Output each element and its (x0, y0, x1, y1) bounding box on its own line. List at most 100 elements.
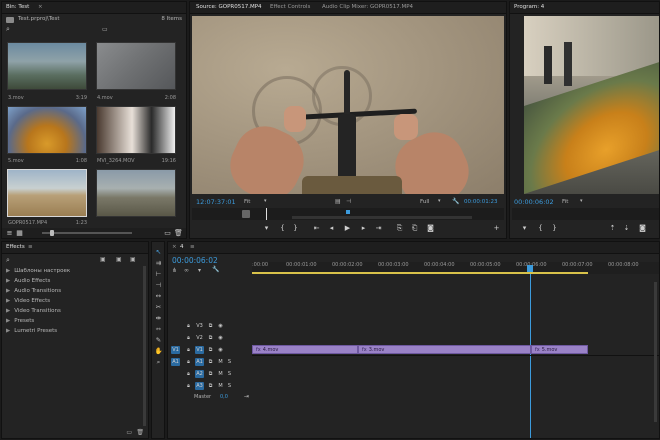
expand-icon[interactable]: ▶ (6, 268, 10, 274)
effects-folder-presets-ru[interactable]: ▶ Шаблоны настроек (6, 268, 70, 274)
rolling-edit-tool-icon[interactable]: ⊣ (154, 281, 163, 290)
solo-button[interactable]: S (225, 358, 234, 366)
solo-button[interactable]: S (225, 382, 234, 390)
go-to-in-icon[interactable]: ⇤ (312, 224, 321, 232)
new-bin-icon[interactable]: ▭ (126, 429, 132, 436)
export-frame-icon[interactable]: ◙ (638, 224, 647, 232)
export-frame-icon[interactable]: ◙ (426, 224, 435, 232)
track-label[interactable]: A1 (195, 358, 204, 366)
snap-icon[interactable]: ⋔ (172, 267, 177, 274)
tab-source[interactable]: Source: GOPR0517.MP4 (196, 4, 262, 10)
chevron-down-icon[interactable]: ▾ (438, 198, 441, 204)
program-fit-select[interactable]: Fit (562, 199, 568, 205)
lock-icon[interactable]: 🔒︎ (184, 370, 193, 378)
source-time-ruler[interactable] (192, 208, 504, 220)
work-area-bar[interactable] (252, 272, 588, 274)
play-icon[interactable]: ▶ (343, 224, 352, 232)
track-label[interactable]: V2 (195, 334, 204, 342)
effects-folder-presets[interactable]: ▶ Presets (6, 318, 34, 324)
program-time-ruler[interactable] (512, 208, 659, 220)
playhead-line[interactable] (530, 274, 531, 438)
zoom-tool-icon[interactable]: ⌕ (154, 358, 163, 367)
tab-effects[interactable]: Effects (6, 244, 25, 250)
settings-icon[interactable]: ▤ (335, 198, 341, 205)
trash-icon[interactable]: 🗑 (174, 229, 183, 237)
new-folder-icon[interactable]: ▭ (102, 26, 108, 33)
linked-selection-icon[interactable]: ∞ (184, 267, 189, 274)
trash-icon[interactable]: 🗑 (136, 429, 144, 436)
icon-view-icon[interactable]: ▦ (15, 229, 24, 237)
sync-lock-icon[interactable]: ⧉ (206, 370, 215, 378)
timeline-clip[interactable]: fx 4.mov (252, 345, 358, 354)
wrench-icon[interactable]: 🔧 (452, 198, 459, 205)
track-label[interactable]: A3 (195, 382, 204, 390)
effects-folder-video-effects[interactable]: ▶ Video Effects (6, 298, 50, 304)
panel-menu-icon[interactable]: ≡ (28, 244, 33, 250)
mark-out-icon[interactable]: } (291, 224, 300, 232)
expand-icon[interactable]: ▶ (6, 318, 10, 324)
step-back-icon[interactable]: ◂ (327, 224, 336, 232)
clip-thumbnail-mvi3264[interactable] (96, 106, 176, 154)
clip-thumbnail-3mov[interactable] (7, 42, 87, 90)
timeline-clip[interactable]: fx 5.mov (531, 345, 588, 354)
search-icon[interactable]: ⌕ (6, 25, 10, 34)
eye-icon[interactable]: ◉ (216, 334, 225, 342)
step-forward-icon[interactable]: ▸ (359, 224, 368, 232)
tab-effect-controls[interactable]: Effect Controls (270, 4, 310, 10)
sync-lock-icon[interactable]: ⧉ (206, 346, 215, 354)
razor-tool-icon[interactable]: ✂ (154, 303, 163, 312)
clip-thumbnail-6[interactable] (96, 169, 176, 217)
track-label[interactable]: V1 (195, 346, 204, 354)
extract-icon[interactable]: ⇣ (622, 224, 631, 232)
mark-out-icon[interactable]: } (550, 224, 559, 232)
eye-icon[interactable]: ◉ (216, 322, 225, 330)
add-button-icon[interactable]: + (492, 224, 501, 232)
lock-icon[interactable]: 🔒︎ (184, 382, 193, 390)
mute-button[interactable]: M (216, 382, 225, 390)
mark-in-icon[interactable]: { (536, 224, 545, 232)
list-view-icon[interactable]: ≡ (5, 229, 14, 237)
timeline-timecode[interactable]: 00:00:06:02 (172, 256, 218, 265)
expand-icon[interactable]: ▶ (6, 328, 10, 334)
source-timecode[interactable]: 12:07:37:01 (196, 198, 236, 206)
timeline-settings-icon[interactable]: 🔧 (212, 266, 219, 273)
playhead-handle[interactable] (527, 265, 533, 272)
hand-tool-icon[interactable]: ✋ (154, 347, 163, 356)
chevron-down-icon[interactable]: ▾ (580, 198, 583, 204)
clip-thumbnail-5mov[interactable] (7, 106, 87, 154)
source-patch-a1[interactable]: A1 (171, 358, 180, 366)
effects-folder-lumetri-presets[interactable]: ▶ Lumetri Presets (6, 328, 57, 334)
expand-icon[interactable]: ▶ (6, 278, 10, 284)
effects-scrollbar[interactable] (143, 266, 146, 426)
sync-lock-icon[interactable]: ⧉ (206, 334, 215, 342)
insert-icon[interactable]: ⎘ (395, 224, 404, 232)
track-select-tool-icon[interactable]: ⇉ (154, 259, 163, 268)
lock-icon[interactable]: 🔒︎ (184, 334, 193, 342)
lock-icon[interactable]: 🔒︎ (184, 322, 193, 330)
zoom-slider-handle[interactable] (50, 230, 54, 236)
slide-tool-icon[interactable]: ⇿ (154, 325, 163, 334)
clip-thumbnail-4mov[interactable] (96, 42, 176, 90)
effects-folder-audio-effects[interactable]: ▶ Audio Effects (6, 278, 50, 284)
tab-bin-test[interactable]: Bin: Test (6, 4, 29, 10)
sync-lock-icon[interactable]: ⧉ (206, 382, 215, 390)
add-marker-icon[interactable]: ▾ (198, 267, 201, 274)
expand-icon[interactable]: ▶ (6, 298, 10, 304)
source-patch-v1[interactable]: V1 (171, 346, 180, 354)
new-bin-icon[interactable]: ▭ (163, 229, 172, 237)
mark-in-icon[interactable]: { (278, 224, 287, 232)
rate-stretch-tool-icon[interactable]: ↔ (154, 292, 163, 301)
close-icon[interactable]: × (172, 244, 177, 250)
master-volume[interactable]: 0,0 (220, 394, 228, 400)
chevron-down-icon[interactable]: ▾ (264, 198, 267, 204)
ripple-edit-tool-icon[interactable]: ⊢ (154, 270, 163, 279)
timeline-clip[interactable]: fx 3.mov (358, 345, 531, 354)
effects-folder-video-transitions[interactable]: ▶ Video Transitions (6, 308, 61, 314)
pen-tool-icon[interactable]: ✎ (154, 336, 163, 345)
lift-icon[interactable]: ⇡ (608, 224, 617, 232)
mute-button[interactable]: M (216, 370, 225, 378)
zoom-slider[interactable] (42, 230, 132, 236)
go-to-end-icon[interactable]: ⇥ (244, 393, 249, 400)
eye-icon[interactable]: ◉ (216, 346, 225, 354)
lock-icon[interactable]: 🔒︎ (184, 346, 193, 354)
